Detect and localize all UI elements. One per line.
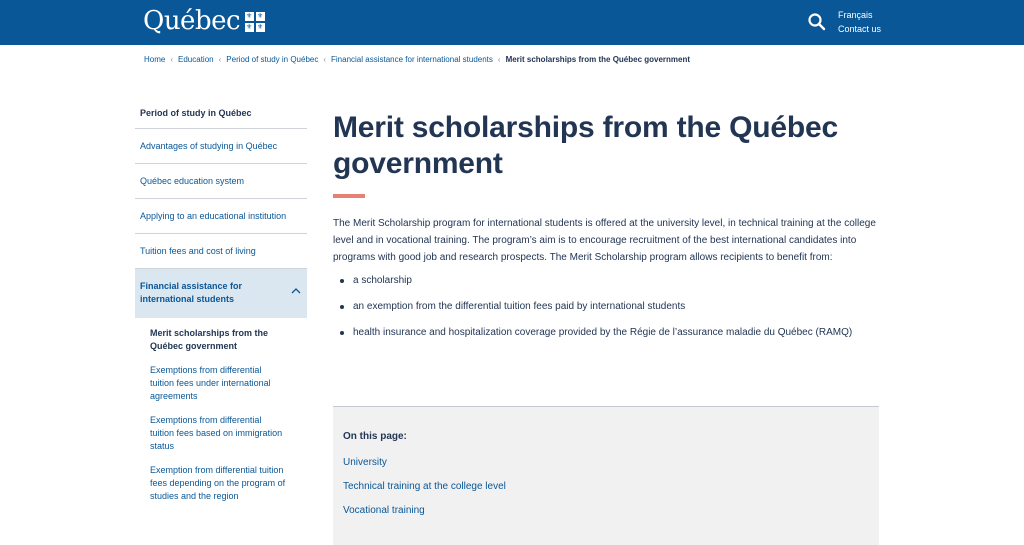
list-item: an exemption from the differential tuiti… (333, 300, 879, 314)
sidebar-subitem-international-agreements[interactable]: Exemptions from differential tuition fee… (150, 364, 307, 403)
top-header: Québec Français Contact us (0, 0, 1024, 45)
breadcrumb-education[interactable]: Education (178, 55, 214, 64)
sidebar-item-tuition-fees[interactable]: Tuition fees and cost of living (135, 234, 307, 269)
sidebar-item-label: Financial assistance for international s… (140, 281, 243, 304)
intro-paragraph: The Merit Scholarship program for intern… (333, 218, 876, 263)
sidebar-subitem-merit-scholarships[interactable]: Merit scholarships from the Québec gover… (150, 327, 307, 353)
list-item: health insurance and hospitalization cov… (333, 326, 879, 340)
breadcrumb-financial-assistance[interactable]: Financial assistance for international s… (331, 55, 493, 64)
anchor-link-vocational-training[interactable]: Vocational training (343, 505, 869, 516)
on-this-page-label: On this page: (343, 431, 407, 442)
list-item: a scholarship (333, 274, 879, 288)
breadcrumb: Home ‹ Education ‹ Period of study in Qu… (144, 55, 690, 64)
fleur-de-lis-flag-icon (245, 12, 266, 32)
francais-link[interactable]: Français (838, 9, 881, 21)
sidebar-item-financial-assistance[interactable]: Financial assistance for international s… (135, 269, 307, 318)
title-accent-bar (333, 194, 365, 198)
sidebar-item-advantages[interactable]: Advantages of studying in Québec (135, 129, 307, 164)
header-links: Français Contact us (838, 9, 881, 35)
search-icon[interactable] (806, 11, 828, 33)
sidebar-subitem-program-region[interactable]: Exemption from differential tuition fees… (150, 464, 307, 503)
sidebar-item-applying[interactable]: Applying to an educational institution (135, 199, 307, 234)
sidebar-nav: Period of study in Québec Advantages of … (135, 100, 307, 514)
main-content: Merit scholarships from the Québec gover… (333, 110, 879, 352)
anchor-link-technical-training[interactable]: Technical training at the college level (343, 481, 869, 492)
sidebar-subitem-immigration-status[interactable]: Exemptions from differential tuition fee… (150, 414, 307, 453)
anchor-link-university[interactable]: University (343, 457, 869, 468)
page-title: Merit scholarships from the Québec gover… (333, 111, 838, 180)
sidebar-title[interactable]: Period of study in Québec (135, 100, 307, 129)
on-this-page-box: On this page: University Technical train… (333, 406, 879, 545)
logo-text: Québec (143, 6, 241, 36)
breadcrumb-separator-icon: ‹ (170, 55, 174, 64)
breadcrumb-period-of-study[interactable]: Period of study in Québec (226, 55, 318, 64)
chevron-up-icon[interactable] (291, 286, 301, 296)
breadcrumb-home[interactable]: Home (144, 55, 165, 64)
sidebar-sub-list: Merit scholarships from the Québec gover… (135, 318, 307, 503)
quebec-logo[interactable]: Québec (143, 4, 266, 38)
breadcrumb-separator-icon: ‹ (497, 55, 501, 64)
breadcrumb-separator-icon: ‹ (323, 55, 327, 64)
contact-us-link[interactable]: Contact us (838, 23, 881, 35)
breadcrumb-separator-icon: ‹ (218, 55, 222, 64)
benefits-list: a scholarship an exemption from the diff… (333, 274, 879, 340)
sidebar-item-education-system[interactable]: Québec education system (135, 164, 307, 199)
breadcrumb-current: Merit scholarships from the Québec gover… (505, 55, 691, 64)
